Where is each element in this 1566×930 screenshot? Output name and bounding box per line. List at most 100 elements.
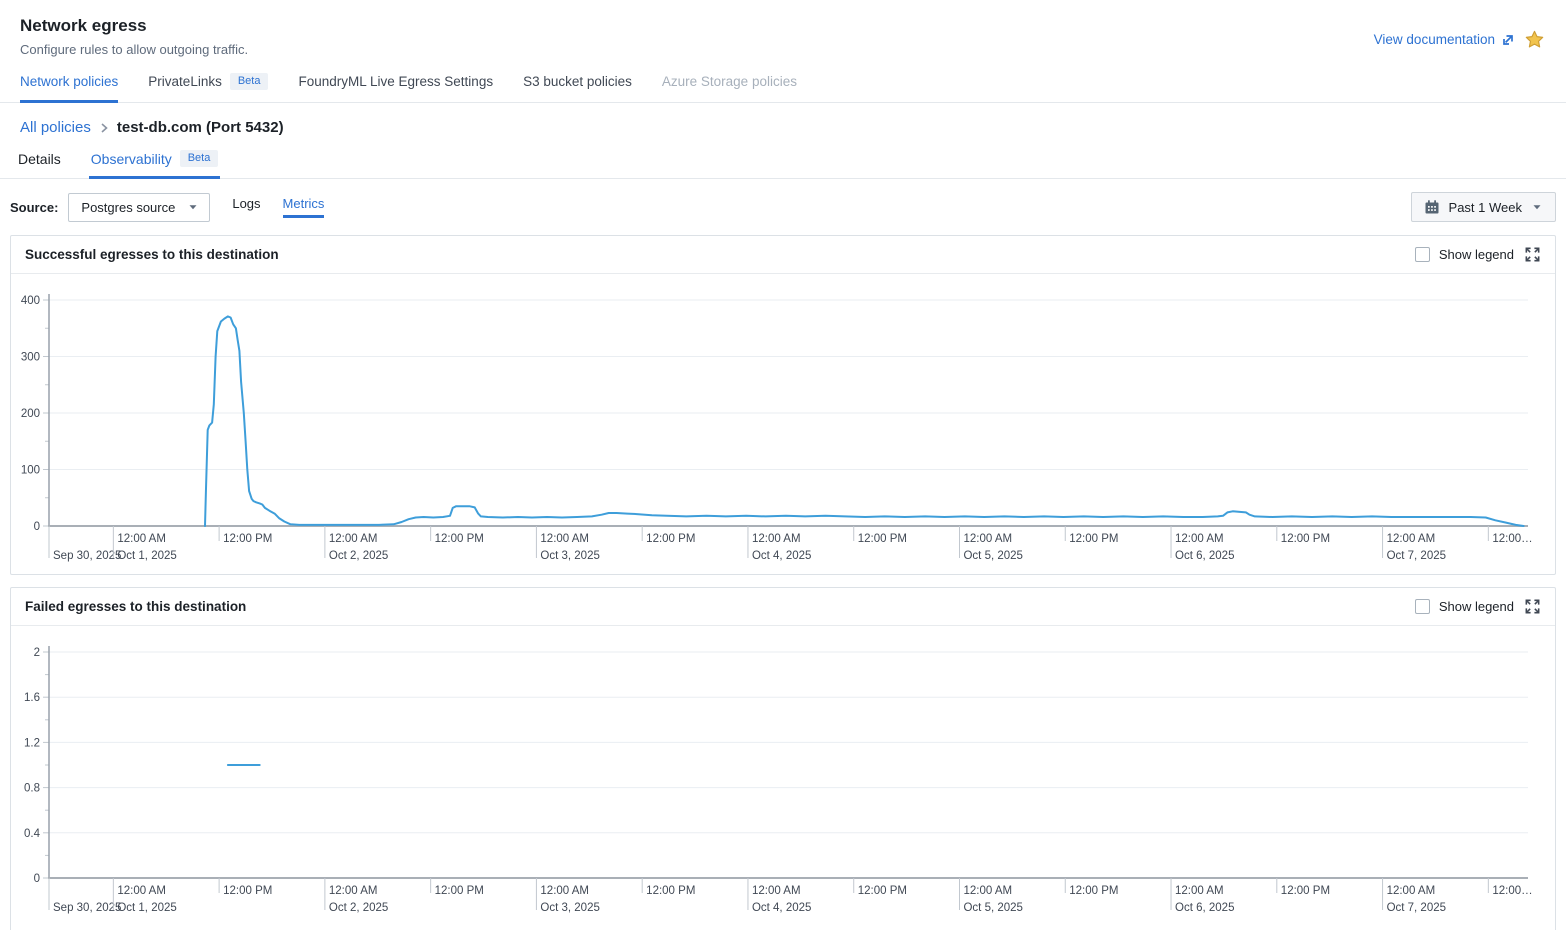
header-actions: View documentation xyxy=(1374,30,1544,49)
svg-text:1.6: 1.6 xyxy=(24,692,40,704)
subtab-observability-label: Observability xyxy=(91,151,172,167)
successful-egress-chart-title: Successful egresses to this destination xyxy=(25,247,279,262)
svg-text:12:00 PM: 12:00 PM xyxy=(223,885,272,897)
svg-text:12:00 PM: 12:00 PM xyxy=(1281,533,1330,545)
svg-text:Oct 4, 2025: Oct 4, 2025 xyxy=(752,550,811,562)
svg-text:0: 0 xyxy=(34,873,40,885)
svg-text:12:00 PM: 12:00 PM xyxy=(1281,885,1330,897)
failed-egress-controls: Show legend xyxy=(1415,598,1541,615)
subtab-observability[interactable]: Observability Beta xyxy=(89,148,221,179)
svg-text:Oct 1, 2025: Oct 1, 2025 xyxy=(117,550,176,562)
breadcrumb-all-policies[interactable]: All policies xyxy=(20,119,91,136)
source-select-value: Postgres source xyxy=(81,200,175,215)
failed-egress-panel: Failed egresses to this destination Show… xyxy=(10,587,1556,930)
successful-egress-chart: 0 100 200 300 400 Sep 30, 2025 12:00 AM Oct 1, … xyxy=(11,274,1555,574)
tab-s3-bucket-policies-label: S3 bucket policies xyxy=(523,74,632,89)
expand-chart-button[interactable] xyxy=(1524,246,1541,263)
failed-egress-chart: 00.40.81.21.62Sep 30, 202512:00 AMOct 1,… xyxy=(11,626,1555,930)
subtab-details-label: Details xyxy=(18,151,61,167)
show-legend-checkbox[interactable] xyxy=(1415,599,1430,614)
show-legend-label: Show legend xyxy=(1439,599,1514,614)
svg-text:Sep 30, 2025: Sep 30, 2025 xyxy=(53,550,121,562)
svg-text:Oct 1, 2025: Oct 1, 2025 xyxy=(117,902,176,914)
caret-down-icon xyxy=(1531,201,1543,213)
svg-text:Oct 6, 2025: Oct 6, 2025 xyxy=(1175,550,1234,562)
failed-egress-chart-title: Failed egresses to this destination xyxy=(25,599,246,614)
view-metrics-label: Metrics xyxy=(283,196,325,211)
successful-egress-panel: Successful egresses to this destination … xyxy=(10,235,1556,575)
svg-text:200: 200 xyxy=(21,408,40,420)
main-tabs: Network policies PrivateLinks Beta FoundryM… xyxy=(0,73,1566,103)
sub-tabs: Details Observability Beta xyxy=(0,148,1566,179)
svg-text:0.8: 0.8 xyxy=(24,783,40,795)
svg-text:12:00 AM: 12:00 AM xyxy=(963,533,1012,545)
svg-text:12:00 PM: 12:00 PM xyxy=(646,885,695,897)
svg-text:Sep 30, 2025: Sep 30, 2025 xyxy=(53,902,121,914)
subtab-details[interactable]: Details xyxy=(16,148,63,179)
svg-text:Oct 3, 2025: Oct 3, 2025 xyxy=(540,902,599,914)
svg-text:Oct 7, 2025: Oct 7, 2025 xyxy=(1387,550,1446,562)
failed-egress-panel-header: Failed egresses to this destination Show… xyxy=(11,588,1555,626)
tab-foundryml-live-egress-settings[interactable]: FoundryML Live Egress Settings xyxy=(298,73,493,103)
show-legend-toggle[interactable]: Show legend xyxy=(1415,247,1514,262)
favorite-star-icon[interactable] xyxy=(1525,30,1544,49)
toolbar: Source: Postgres source Logs Metrics Past… xyxy=(0,179,1566,235)
caret-down-icon xyxy=(187,201,199,213)
breadcrumb: All policies test-db.com (Port 5432) xyxy=(0,103,1566,136)
view-documentation-link[interactable]: View documentation xyxy=(1374,32,1515,47)
breadcrumb-current: test-db.com (Port 5432) xyxy=(117,119,284,136)
tab-network-policies[interactable]: Network policies xyxy=(20,73,118,103)
svg-text:12:00 PM: 12:00 PM xyxy=(223,533,272,545)
source-label: Source: xyxy=(10,200,58,215)
svg-text:Oct 5, 2025: Oct 5, 2025 xyxy=(963,550,1022,562)
svg-text:12:00 AM: 12:00 AM xyxy=(117,533,166,545)
svg-text:12:00 AM: 12:00 AM xyxy=(117,885,166,897)
svg-text:0: 0 xyxy=(34,521,40,533)
source-select[interactable]: Postgres source xyxy=(68,193,210,222)
beta-badge: Beta xyxy=(230,73,269,90)
show-legend-checkbox[interactable] xyxy=(1415,247,1430,262)
maximize-icon xyxy=(1524,598,1541,615)
svg-text:Oct 3, 2025: Oct 3, 2025 xyxy=(540,550,599,562)
time-range-label: Past 1 Week xyxy=(1449,200,1522,215)
svg-text:12:00…: 12:00… xyxy=(1492,533,1532,545)
beta-badge: Beta xyxy=(180,150,219,167)
tab-privatelinks-label: PrivateLinks xyxy=(148,74,222,89)
page-subtitle: Configure rules to allow outgoing traffi… xyxy=(20,42,1546,57)
tab-privatelinks[interactable]: PrivateLinks Beta xyxy=(148,73,268,103)
show-legend-toggle[interactable]: Show legend xyxy=(1415,599,1514,614)
svg-text:12:00 AM: 12:00 AM xyxy=(1387,885,1436,897)
svg-text:12:00 AM: 12:00 AM xyxy=(1175,885,1224,897)
svg-text:12:00 AM: 12:00 AM xyxy=(1175,533,1224,545)
svg-text:12:00 PM: 12:00 PM xyxy=(858,533,907,545)
view-documentation-label: View documentation xyxy=(1374,32,1495,47)
svg-text:12:00 AM: 12:00 AM xyxy=(540,885,589,897)
svg-text:12:00 AM: 12:00 AM xyxy=(752,533,801,545)
svg-text:12:00 AM: 12:00 AM xyxy=(540,533,589,545)
svg-text:12:00 PM: 12:00 PM xyxy=(435,533,484,545)
expand-chart-button[interactable] xyxy=(1524,598,1541,615)
page-title: Network egress xyxy=(20,16,1546,36)
time-range-button[interactable]: Past 1 Week xyxy=(1411,192,1556,222)
svg-text:300: 300 xyxy=(21,352,40,364)
svg-text:12:00 PM: 12:00 PM xyxy=(646,533,695,545)
tab-foundryml-live-egress-settings-label: FoundryML Live Egress Settings xyxy=(298,74,493,89)
view-metrics[interactable]: Metrics xyxy=(283,196,325,218)
svg-text:Oct 6, 2025: Oct 6, 2025 xyxy=(1175,902,1234,914)
svg-text:12:00…: 12:00… xyxy=(1492,885,1532,897)
svg-text:Oct 5, 2025: Oct 5, 2025 xyxy=(963,902,1022,914)
tab-s3-bucket-policies[interactable]: S3 bucket policies xyxy=(523,73,632,103)
svg-text:400: 400 xyxy=(21,295,40,307)
maximize-icon xyxy=(1524,246,1541,263)
page-header: Network egress Configure rules to allow … xyxy=(0,0,1566,57)
view-logs[interactable]: Logs xyxy=(232,196,260,218)
svg-text:Oct 2, 2025: Oct 2, 2025 xyxy=(329,902,388,914)
view-switcher: Logs Metrics xyxy=(232,196,324,218)
calendar-icon xyxy=(1424,199,1440,215)
chevron-right-icon xyxy=(99,121,109,135)
external-link-icon xyxy=(1501,33,1515,47)
view-logs-label: Logs xyxy=(232,196,260,211)
svg-text:2: 2 xyxy=(34,647,40,659)
svg-text:100: 100 xyxy=(21,465,40,477)
svg-text:12:00 AM: 12:00 AM xyxy=(752,885,801,897)
